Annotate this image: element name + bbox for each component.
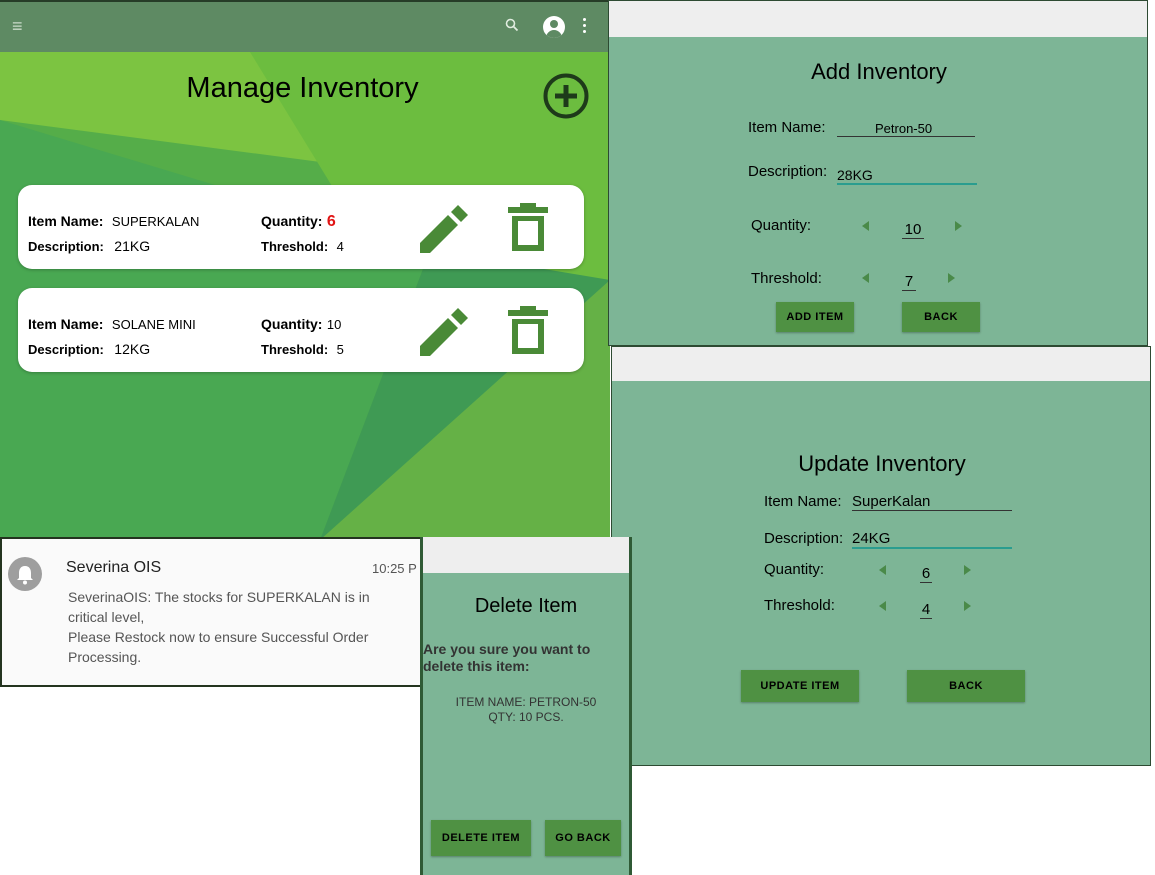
decrease-arrow-icon[interactable] [862,221,869,231]
quantity-label: Quantity: [751,217,812,234]
item-name-input[interactable]: SuperKalan [852,493,1012,511]
description-value: 12KG [114,341,151,357]
threshold-value: 5 [336,342,344,357]
description-value: 21KG [114,238,151,254]
threshold-label: Threshold: [751,270,822,287]
item-name-label: Item Name: [28,213,104,229]
edit-pencil-icon[interactable] [416,203,468,255]
delete-trash-icon[interactable] [506,306,550,354]
dialog-body: Delete Item Are you sure you want to del… [423,573,629,875]
threshold-label: Threshold: [261,342,329,357]
notification-line: Please Restock now to ensure Successful … [68,629,369,665]
quantity-label: Quantity: [261,213,323,229]
description-row: Description: 21KG [28,238,150,256]
quantity-value[interactable]: 6 [920,565,932,583]
increase-arrow-icon[interactable] [964,565,971,575]
description-label: Description: [748,163,828,180]
threshold-value: 4 [336,239,344,254]
quantity-row: Quantity: 10 [261,316,341,334]
threshold-label: Threshold: [261,239,329,254]
notification-app-name: Severina OIS [66,559,162,576]
inventory-card[interactable]: Item Name: SUPERKALAN Description: 21KG … [18,185,584,269]
quantity-label: Quantity: [261,316,323,332]
dialog-body: Add Inventory Item Name: Petron-50 Descr… [609,37,1147,345]
more-vert-icon[interactable] [583,18,586,36]
item-name-label: Item Name: [28,316,104,332]
search-icon[interactable] [505,18,519,32]
notification-bell-icon [8,557,42,591]
item-name-label: Item Name: [748,119,826,136]
dialog-title: Add Inventory [811,59,947,84]
update-item-button[interactable]: UPDATE ITEM [741,670,859,702]
quantity-value[interactable]: 10 [902,221,924,239]
app-bar: ≡ [0,0,610,52]
description-label: Description: [764,530,844,547]
dialog-body: Update Inventory Item Name: SuperKalan D… [612,381,1150,765]
item-name-info: ITEM NAME: PETRON-50 [455,695,597,709]
quantity-label: Quantity: [764,561,825,578]
notification-time: 10:25 P [372,561,417,576]
decrease-arrow-icon[interactable] [862,273,869,283]
delete-confirmation-text: Are you sure you want to delete this ite… [423,641,591,674]
increase-arrow-icon[interactable] [964,601,971,611]
add-inventory-dialog: Add Inventory Item Name: Petron-50 Descr… [608,0,1148,346]
description-input[interactable]: 24KG [852,530,1012,549]
item-name-value: SOLANE MINI [111,317,196,332]
item-name-value: SUPERKALAN [111,214,200,229]
description-row: Description: 12KG [28,341,150,359]
item-qty-info: QTY: 10 PCS. [488,710,564,724]
description-label: Description: [28,239,104,254]
item-name-row: Item Name: SOLANE MINI [28,316,196,334]
delete-item-info: ITEM NAME: PETRON-50 QTY: 10 PCS. [423,695,629,725]
increase-arrow-icon[interactable] [955,221,962,231]
item-name-label: Item Name: [764,493,842,510]
delete-trash-icon[interactable] [506,203,550,251]
back-button[interactable]: BACK [907,670,1025,702]
description-input[interactable]: 28KG [837,167,977,185]
quantity-value: 10 [326,317,342,332]
quantity-value-critical: 6 [326,213,336,230]
dialog-header-bar [609,1,1147,37]
threshold-label: Threshold: [764,597,835,614]
decrease-arrow-icon[interactable] [879,565,886,575]
dialog-title: Update Inventory [798,451,966,476]
item-name-input[interactable]: Petron-50 [837,121,975,137]
manage-inventory-screen: ≡ Manage Inventory Item Name: SUPERKALAN… [0,0,610,540]
dialog-title: Delete Item [474,595,578,617]
inventory-card[interactable]: Item Name: SOLANE MINI Description: 12KG… [18,288,584,372]
edit-pencil-icon[interactable] [416,306,468,358]
decrease-arrow-icon[interactable] [879,601,886,611]
threshold-value[interactable]: 4 [920,601,932,619]
description-label: Description: [28,342,104,357]
restock-notification[interactable]: Severina OIS 10:25 P SeverinaOIS: The st… [0,537,422,687]
delete-item-dialog: Delete Item Are you sure you want to del… [420,537,632,875]
add-item-button[interactable]: ADD ITEM [776,302,854,332]
notification-line: SeverinaOIS: The stocks for SUPERKALAN i… [68,589,370,625]
quantity-row: Quantity: 6 [261,213,336,231]
dialog-header-bar [423,537,629,573]
page-title: Manage Inventory [186,72,419,104]
increase-arrow-icon[interactable] [948,273,955,283]
item-name-row: Item Name: SUPERKALAN [28,213,199,231]
update-inventory-dialog: Update Inventory Item Name: SuperKalan D… [611,346,1151,766]
notification-message: SeverinaOIS: The stocks for SUPERKALAN i… [68,587,408,667]
threshold-row: Threshold: 4 [261,238,344,256]
threshold-value[interactable]: 7 [902,273,916,291]
back-button[interactable]: BACK [902,302,980,332]
menu-icon[interactable]: ≡ [12,16,23,37]
dialog-header-bar [612,347,1150,381]
threshold-row: Threshold: 5 [261,341,344,359]
delete-item-button[interactable]: DELETE ITEM [431,820,531,856]
go-back-button[interactable]: GO BACK [545,820,621,856]
add-item-icon[interactable] [543,73,589,119]
account-icon[interactable] [543,16,565,38]
